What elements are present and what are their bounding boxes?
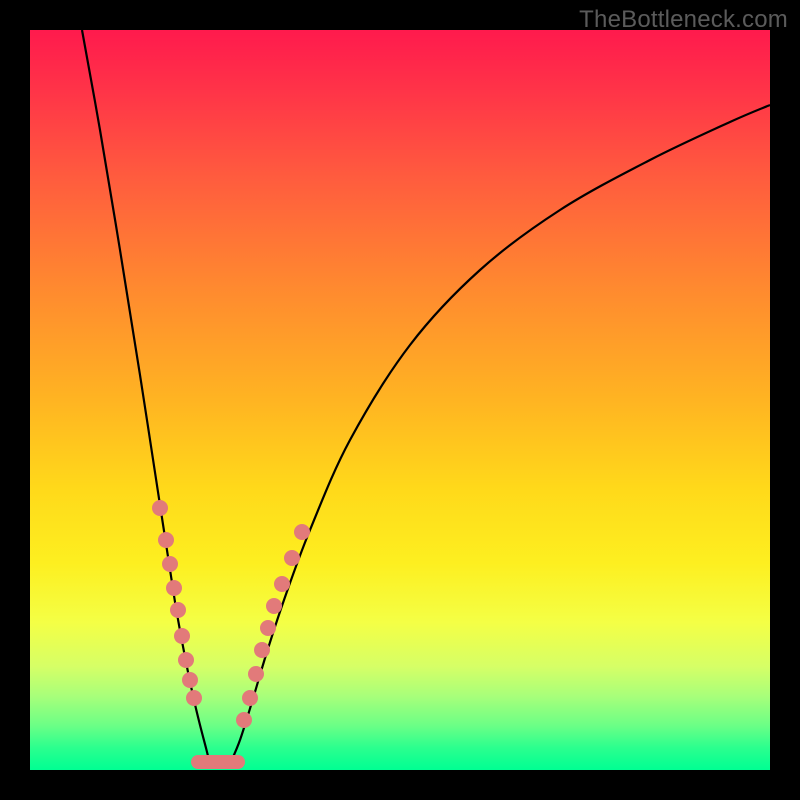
sample-dot <box>294 524 310 540</box>
sample-dot <box>254 642 270 658</box>
dots-left <box>152 500 202 706</box>
plot-area <box>30 30 770 770</box>
sample-dot <box>248 666 264 682</box>
sample-dot <box>260 620 276 636</box>
sample-dot <box>158 532 174 548</box>
sample-dot <box>274 576 290 592</box>
dots-right <box>236 524 310 728</box>
sample-dot <box>170 602 186 618</box>
sample-dot <box>166 580 182 596</box>
sample-dot <box>152 500 168 516</box>
watermark-text: TheBottleneck.com <box>579 6 788 34</box>
sample-dot <box>178 652 194 668</box>
sample-dot <box>284 550 300 566</box>
right-branch-curve <box>230 105 770 764</box>
sample-dot <box>174 628 190 644</box>
sample-dot <box>236 712 252 728</box>
sample-dot <box>266 598 282 614</box>
sample-dot <box>186 690 202 706</box>
sample-dot <box>182 672 198 688</box>
sample-dot <box>242 690 258 706</box>
curves-svg <box>30 30 770 770</box>
chart-stage: TheBottleneck.com <box>0 0 800 800</box>
sample-dot <box>162 556 178 572</box>
